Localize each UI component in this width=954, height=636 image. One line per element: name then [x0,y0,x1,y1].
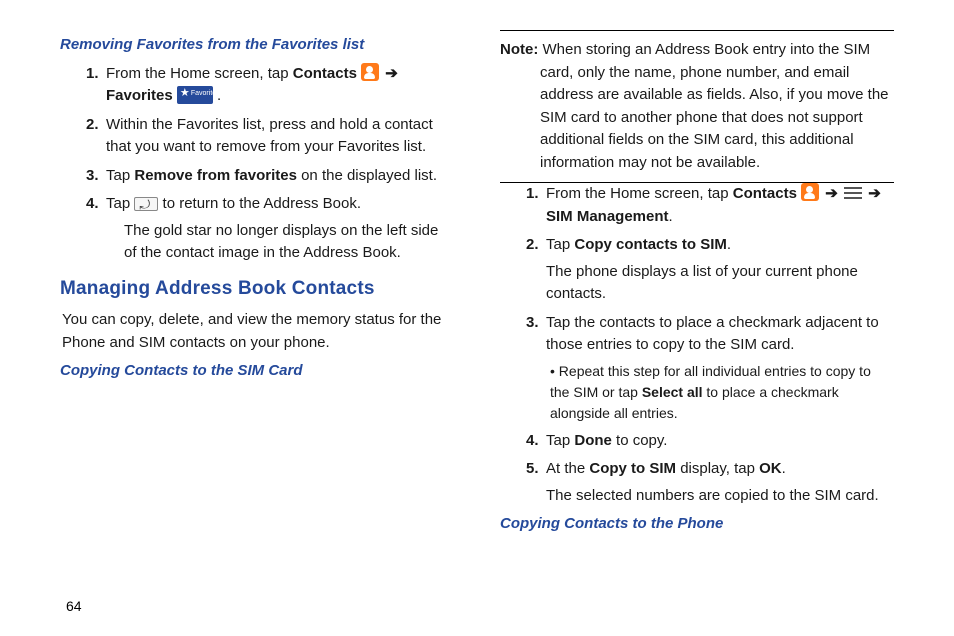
step-text: Tap [546,432,574,449]
heading-copy-to-phone: Copying Contacts to the Phone [500,513,894,536]
page-number: 64 [66,598,82,614]
favorites-icon [177,86,213,104]
copy-to-sim-display: Copy to SIM [589,460,676,477]
heading-managing-contacts: Managing Address Book Contacts [60,275,454,304]
select-all-label: Select all [642,384,703,400]
step-rf-1: 1. From the Home screen, tap Contacts ➔ … [88,63,454,108]
step-subtext: The selected numbers are copied to the S… [546,485,894,508]
bullet-item: Repeat this step for all individual entr… [550,361,894,424]
contacts-icon [361,63,379,81]
step-rf-2: 2. Within the Favorites list, press and … [88,114,454,159]
heading-removing-favorites: Removing Favorites from the Favorites li… [60,34,454,57]
copy-to-sim-label: Copy contacts to SIM [574,236,727,253]
contacts-icon [801,183,819,201]
done-label: Done [574,432,612,449]
step-cs-5: 5. At the Copy to SIM display, tap OK. T… [528,458,894,507]
arrow-icon: ➔ [823,185,840,202]
list-removing-favorites: 1. From the Home screen, tap Contacts ➔ … [60,63,454,265]
remove-fav-label: Remove from favorites [134,167,297,184]
contacts-label: Contacts [733,185,797,202]
note-lead: Note: [500,41,538,58]
sim-management-label: SIM Management [546,208,669,225]
step-subtext: The phone displays a list of your curren… [546,261,894,306]
step-tail: to copy. [612,432,668,449]
step-text: Tap the contacts to place a checkmark ad… [546,314,879,354]
favorites-label: Favorites [106,87,173,104]
step-cs-4: 4. Tap Done to copy. [528,430,894,453]
step-text: Within the Favorites list, press and hol… [106,116,433,156]
note-body: Note: When storing an Address Book entry… [500,39,894,174]
note-text: When storing an Address Book entry into … [538,41,888,171]
note-block: Note: When storing an Address Book entry… [500,30,894,183]
heading-copy-to-sim: Copying Contacts to the SIM Card [60,360,454,383]
step-rf-4: 4. Tap to return to the Address Book. Th… [88,193,454,265]
step-text: Tap [546,236,574,253]
ok-label: OK [759,460,782,477]
list-copy-to-phone: 1. From the Home screen, tap Contacts ➔ … [940,30,954,177]
step-text: Tap [106,195,134,212]
step-text: From the Home screen, tap [106,65,293,82]
step-text: Tap [106,167,134,184]
page-body: Removing Favorites from the Favorites li… [0,0,954,560]
step-text-tail: on the displayed list. [297,167,437,184]
step-cs-1: 1. From the Home screen, tap Contacts ➔ … [528,183,894,228]
step-subtext: The gold star no longer displays on the … [106,220,454,265]
list-copy-to-sim: 1. From the Home screen, tap Contacts ➔ … [500,183,894,507]
step-text-tail: to return to the Address Book. [163,195,361,212]
step-rf-3: 3. Tap Remove from favorites on the disp… [88,165,454,188]
back-icon [134,197,158,211]
step-text: From the Home screen, tap [546,185,733,202]
arrow-icon: ➔ [866,185,883,202]
step-mid: display, tap [676,460,759,477]
intro-managing: You can copy, delete, and view the memor… [62,309,454,354]
contacts-label: Contacts [293,65,357,82]
step-cs-3: 3. Tap the contacts to place a checkmark… [528,312,894,424]
step-cs-2: 2. Tap Copy contacts to SIM. The phone d… [528,234,894,306]
arrow-icon: ➔ [383,65,400,82]
step-text: At the [546,460,589,477]
menu-icon [844,187,862,199]
bullet-list: Repeat this step for all individual entr… [546,361,894,424]
